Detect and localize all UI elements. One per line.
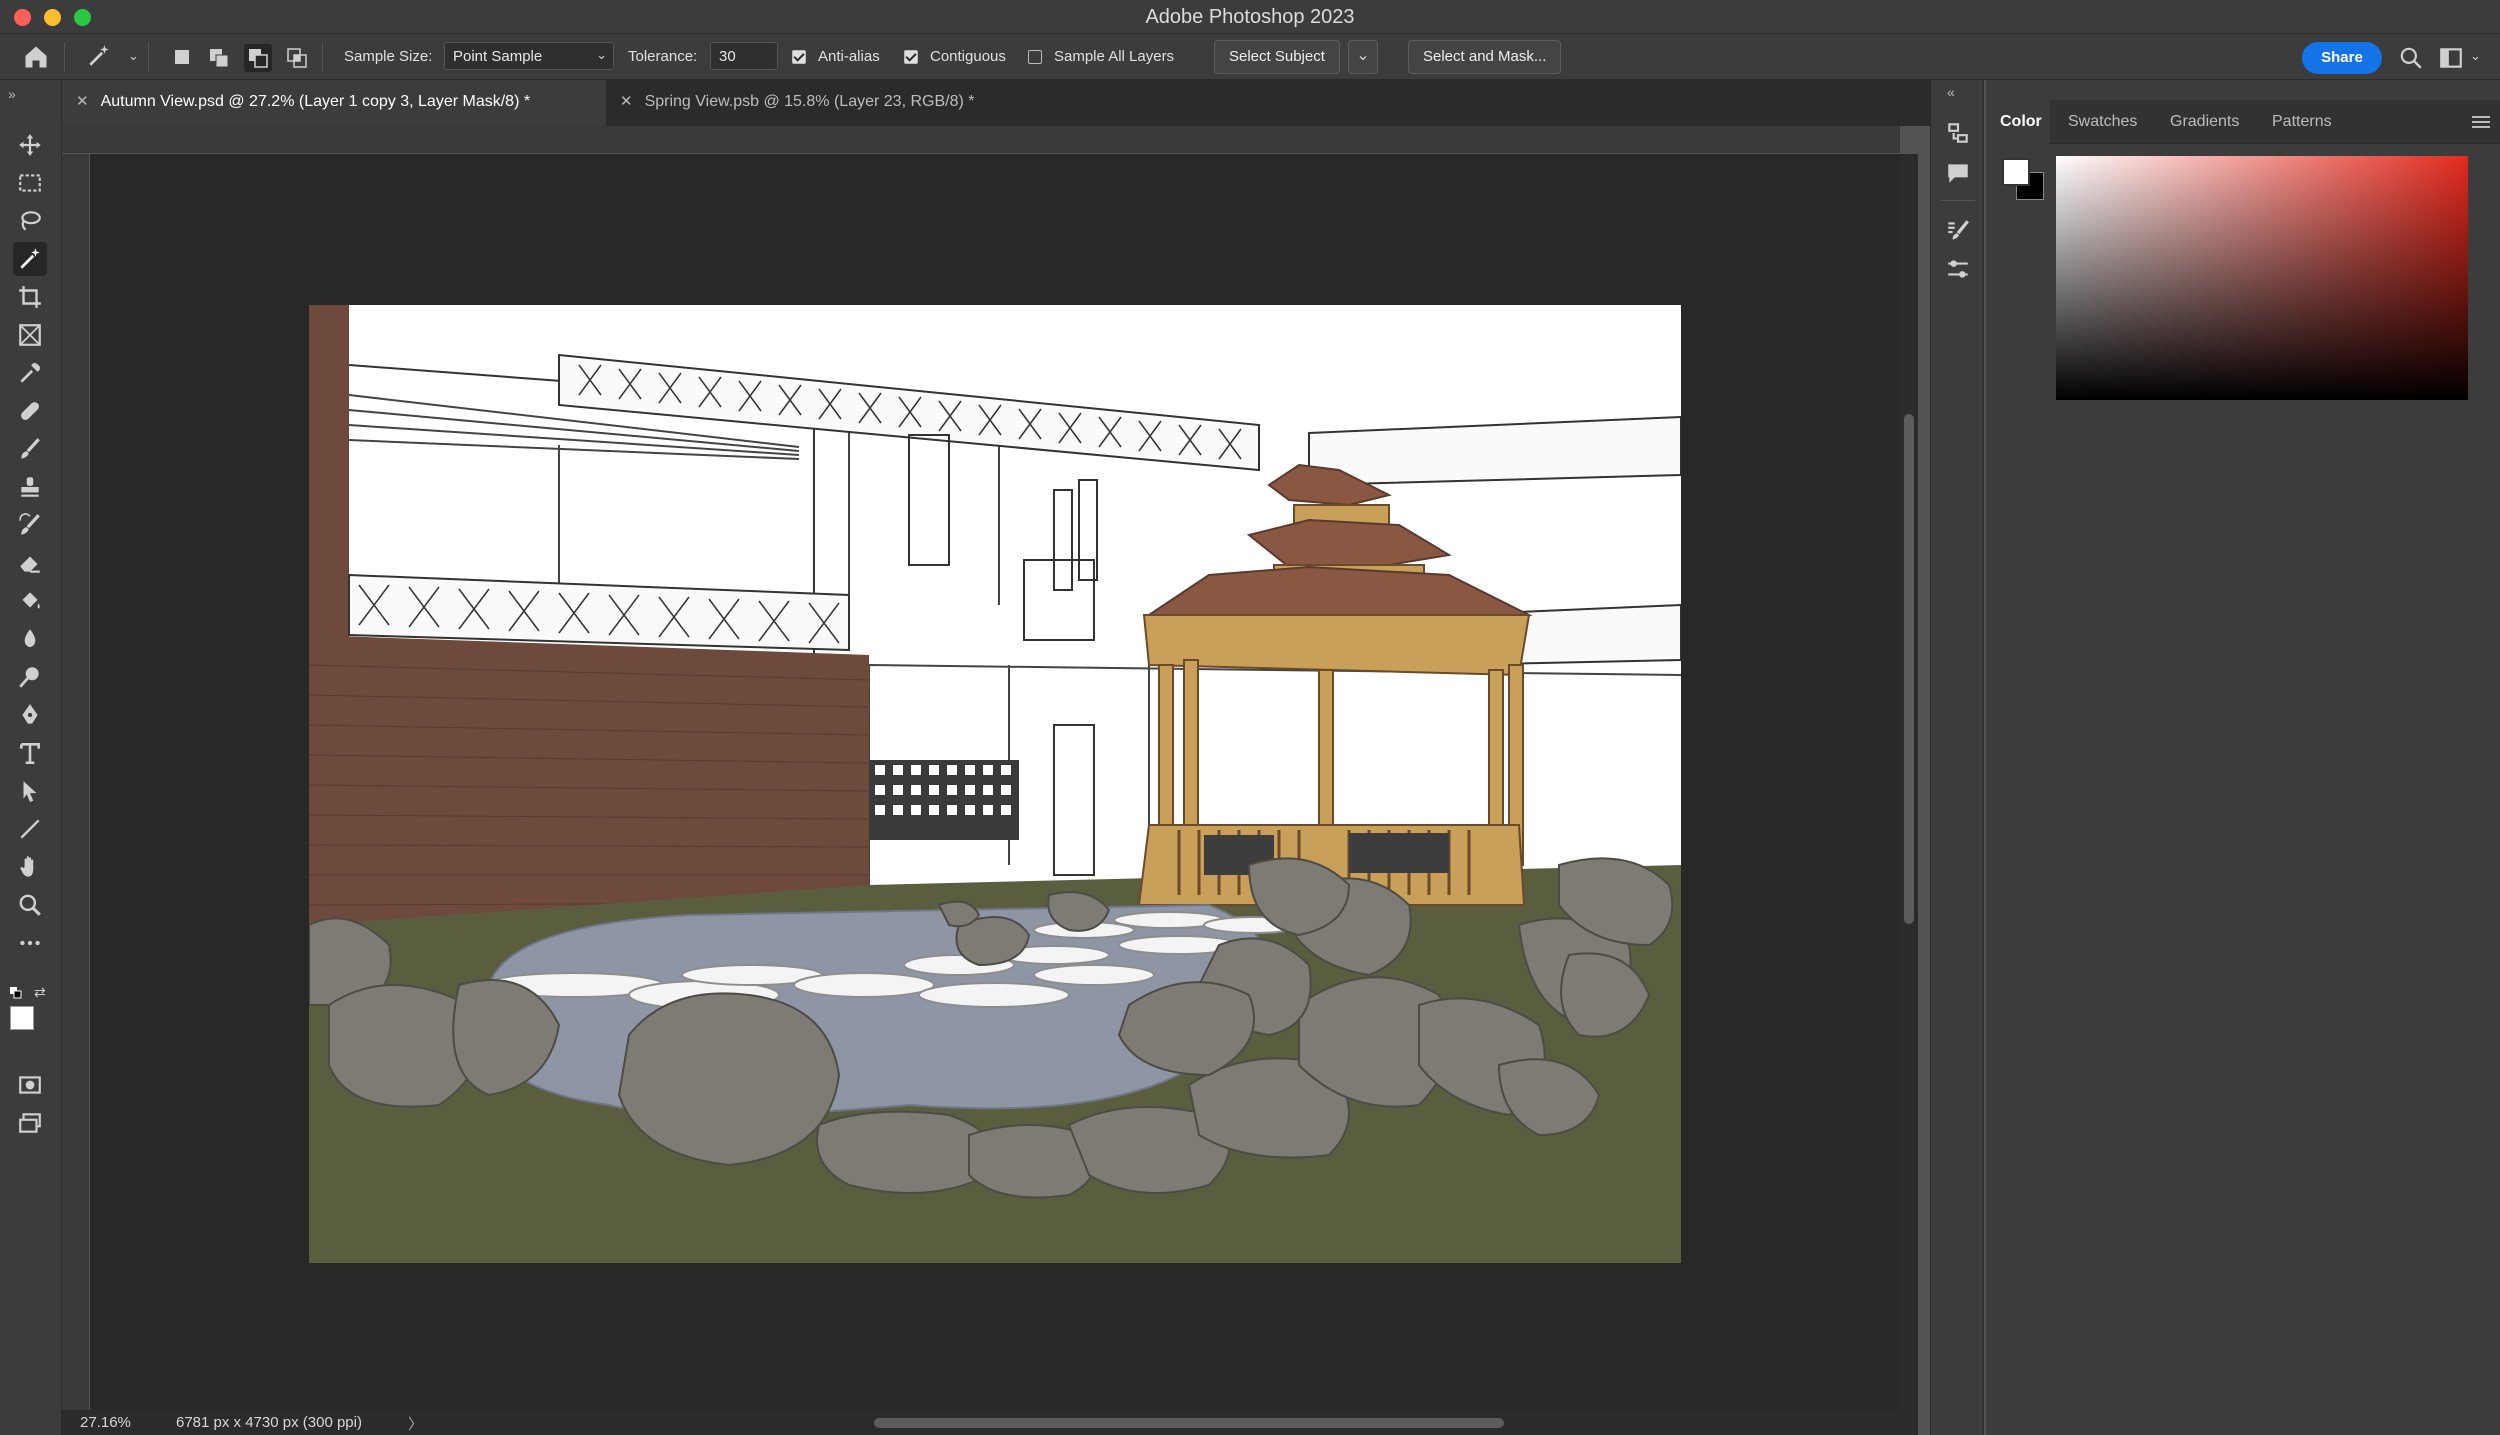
panel-menu-icon[interactable] [2472, 116, 2490, 128]
pen-tool-icon[interactable] [13, 698, 47, 732]
horizontal-scroll-thumb[interactable] [874, 1418, 1504, 1428]
lasso-tool-icon[interactable] [13, 204, 47, 238]
tab-label: Spring View.psb @ 15.8% (Layer 23, RGB/8… [644, 93, 975, 110]
eyedropper-tool-icon[interactable] [13, 356, 47, 390]
history-panel-icon[interactable] [1945, 120, 1971, 146]
paint-bucket-tool-icon[interactable] [13, 584, 47, 618]
dodge-tool-icon[interactable] [13, 660, 47, 694]
contiguous-label: Contiguous [930, 48, 1006, 65]
anti-alias-label: Anti-alias [818, 48, 880, 65]
home-icon[interactable] [22, 43, 52, 71]
vertical-scroll-thumb[interactable] [1904, 414, 1914, 924]
history-brush-tool-icon[interactable] [13, 508, 47, 542]
sample-size-label: Sample Size: [344, 48, 433, 65]
share-button[interactable]: Share [2302, 42, 2382, 74]
sample-all-layers-checkbox[interactable] [1028, 50, 1042, 64]
default-colors-icon[interactable] [10, 986, 22, 999]
contiguous-checkbox[interactable] [904, 50, 918, 64]
collapse-toolbar-icon[interactable]: » [8, 86, 16, 102]
divider [64, 42, 65, 72]
blur-tool-icon[interactable] [13, 622, 47, 656]
chevron-down-icon: ⌄ [596, 47, 607, 62]
swap-colors-icon[interactable]: ⇄ [34, 984, 46, 1001]
sample-size-select[interactable]: Point Sample ⌄ [444, 42, 614, 70]
options-bar: ⌄ Sample Size: Point Sample ⌄ Tolerance:… [0, 34, 2500, 80]
clone-stamp-tool-icon[interactable] [13, 470, 47, 504]
document-size: 6781 px x 4730 px (300 ppi) [176, 1414, 362, 1431]
subtract-from-selection-icon[interactable] [244, 44, 272, 72]
magic-wand-tool-icon[interactable] [86, 43, 114, 71]
more-tools-icon[interactable] [13, 926, 47, 960]
eraser-tool-icon[interactable] [13, 546, 47, 580]
tab-gradients[interactable]: Gradients [2170, 100, 2239, 144]
collapse-dock-icon[interactable]: « [1947, 84, 1955, 100]
tab-color[interactable]: Color [1986, 100, 2050, 144]
brush-tool-icon[interactable] [13, 432, 47, 466]
app-title: Adobe Photoshop 2023 [1145, 6, 1355, 28]
path-selection-tool-icon[interactable] [13, 774, 47, 808]
status-bar: 27.16% 6781 px x 4730 px (300 ppi) 〉 [62, 1410, 1918, 1435]
status-menu-arrow[interactable]: 〉 [408, 1413, 423, 1434]
crop-tool-icon[interactable] [13, 280, 47, 314]
select-subject-button[interactable]: Select Subject [1214, 40, 1340, 74]
comments-panel-icon[interactable] [1945, 160, 1971, 186]
sample-size-value: Point Sample [453, 48, 543, 65]
vertical-ruler [62, 154, 90, 1415]
select-subject-dropdown[interactable]: ⌄ [1348, 40, 1378, 74]
new-selection-icon[interactable] [172, 47, 192, 67]
anti-alias-checkbox[interactable] [792, 50, 806, 64]
tab-swatches[interactable]: Swatches [2068, 100, 2137, 144]
foreground-color-swatch-front[interactable] [2002, 158, 2030, 186]
panel-dock: « [1930, 80, 1984, 1435]
right-panels: Color Swatches Gradients Patterns [1986, 80, 2500, 1435]
tab-autumn-view[interactable]: ✕ Autumn View.psd @ 27.2% (Layer 1 copy 3… [62, 80, 606, 126]
divider [1941, 200, 1975, 201]
canvas-artwork [309, 305, 1681, 1263]
chevron-down-icon[interactable]: ⌄ [2470, 48, 2481, 64]
marquee-tool-icon[interactable] [13, 166, 47, 200]
add-to-selection-icon[interactable] [208, 47, 230, 69]
tab-label: Autumn View.psd @ 27.2% (Layer 1 copy 3,… [100, 93, 531, 110]
vertical-scrollbar[interactable] [1900, 154, 1918, 1415]
document-canvas[interactable] [309, 305, 1681, 1263]
close-tab-icon[interactable]: ✕ [76, 92, 89, 110]
hand-tool-icon[interactable] [13, 850, 47, 884]
foreground-color-swatch[interactable] [10, 1006, 34, 1030]
search-icon[interactable] [2398, 45, 2424, 71]
select-and-mask-button[interactable]: Select and Mask... [1408, 40, 1562, 74]
quick-mask-icon[interactable] [13, 1068, 47, 1102]
move-tool-icon[interactable] [13, 128, 47, 162]
frame-tool-icon[interactable] [13, 318, 47, 352]
horizontal-ruler [62, 126, 1900, 154]
color-panel-tabs: Color Swatches Gradients Patterns [1986, 100, 2500, 144]
adjustments-sliders-icon[interactable] [1945, 256, 1971, 282]
intersect-selection-icon[interactable] [286, 47, 308, 69]
screen-mode-icon[interactable] [13, 1106, 47, 1140]
zoom-level[interactable]: 27.16% [80, 1414, 131, 1431]
zoom-tool-icon[interactable] [13, 888, 47, 922]
type-tool-icon[interactable] [13, 736, 47, 770]
magic-wand-tool-icon[interactable] [13, 242, 47, 276]
title-bar: Adobe Photoshop 2023 [0, 0, 2500, 34]
healing-brush-tool-icon[interactable] [13, 394, 47, 428]
divider [148, 42, 149, 72]
tab-patterns[interactable]: Patterns [2272, 100, 2332, 144]
sample-all-layers-label: Sample All Layers [1054, 48, 1175, 65]
tab-spring-view[interactable]: ✕ Spring View.psb @ 15.8% (Layer 23, RGB/… [606, 80, 1146, 126]
tolerance-label: Tolerance: [628, 48, 698, 65]
brush-settings-icon[interactable] [1945, 218, 1971, 244]
tolerance-input[interactable]: 30 [710, 42, 778, 70]
divider [322, 42, 323, 72]
workspace-icon[interactable] [2438, 45, 2464, 71]
close-tab-icon[interactable]: ✕ [620, 92, 633, 110]
tools-panel: » ⇄ [0, 80, 62, 1435]
line-tool-icon[interactable] [13, 812, 47, 846]
chevron-down-icon[interactable]: ⌄ [128, 48, 139, 64]
color-picker-field[interactable] [2056, 156, 2468, 400]
document-tabs: ✕ Autumn View.psd @ 27.2% (Layer 1 copy 3… [62, 80, 1930, 126]
